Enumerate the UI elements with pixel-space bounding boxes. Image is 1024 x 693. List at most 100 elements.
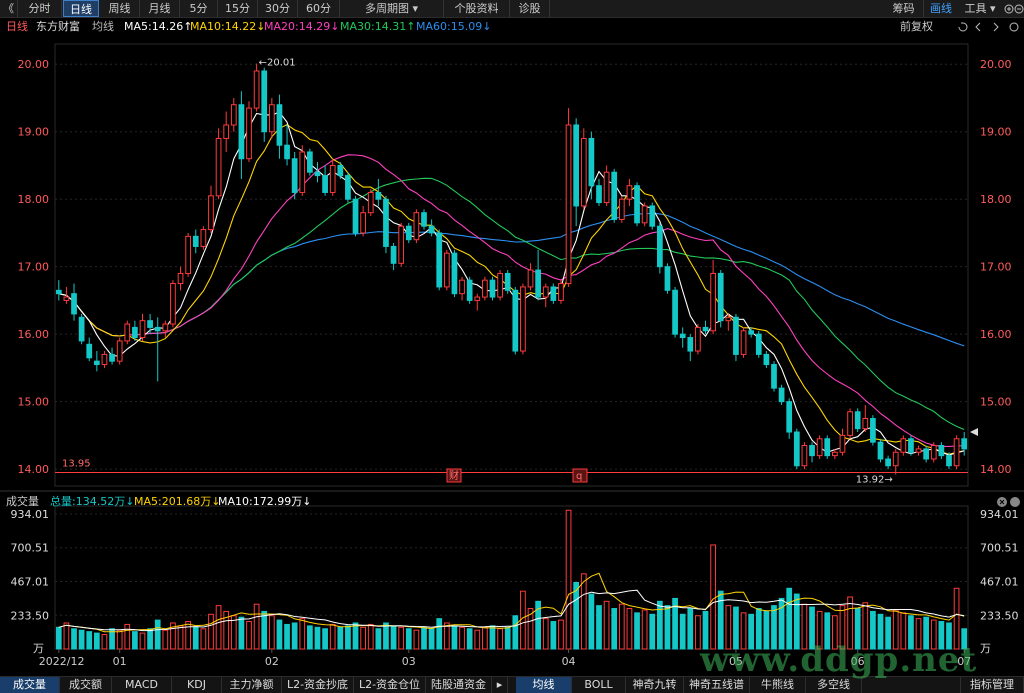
tab-northbound[interactable]: 陆股通资金 [426,677,492,693]
tab-l2-bottom[interactable]: L2-资金抄底 [282,677,354,693]
volume-bar [307,625,313,650]
candle-body [93,360,100,366]
kline-chart[interactable]: 20.00 20.00 19.00 19.00 18.00 18.00 17.00 17.00… [0,36,1024,676]
tab-macd[interactable]: MACD [112,677,172,693]
candle-body [755,333,762,355]
volume-tick-right: 700.51 [980,542,1019,555]
candle-body [185,235,192,274]
candle-body [223,124,230,139]
candle-body [908,438,914,453]
volume-pane-controls [997,497,1020,507]
volume-tick-left: 233.50 [11,609,50,622]
adjust-mode[interactable]: 前复权 [900,18,933,36]
candle-body [641,205,648,224]
volume-bar [147,628,153,650]
tab-turnover[interactable]: 成交额 [60,677,112,693]
volume-bar [215,605,222,650]
stock-profile-button[interactable]: 个股资料 [444,0,510,17]
candle-body [383,198,389,247]
ma20-value: MA20:14.29↓ [264,20,340,33]
tab-l2-position[interactable]: L2-资金仓位 [354,677,426,693]
tab-ma[interactable]: 均线 [516,677,572,693]
candle-body [527,269,534,288]
volume-bar [383,622,389,650]
volume-bar [78,629,85,650]
tab-15min[interactable]: 15分 [218,0,258,17]
volume-bar [565,509,572,650]
tab-daily[interactable]: 日线 [63,0,99,17]
settings-icon[interactable] [1010,497,1020,507]
volume-bar [276,619,283,650]
candle-body [497,272,503,298]
candle-body [862,418,869,430]
tab-intraday[interactable]: 分时 [18,0,62,17]
tab-weekly[interactable]: 周线 [100,0,140,17]
candle-body [215,137,222,197]
volume-bar [177,625,184,650]
candle-body [938,445,945,457]
candle-body [740,330,747,355]
price-tick-right: 19.00 [980,126,1012,139]
volume-bar [611,608,618,650]
candle-body [474,296,481,301]
date-label: 03 [402,655,416,668]
tab-60min[interactable]: 60分 [298,0,340,17]
tools-dropdown[interactable]: 工具 ▾ [958,0,1002,17]
candle-body [443,252,450,288]
price-tick-left: 17.00 [18,261,50,274]
diagnose-button[interactable]: 诊股 [510,0,550,17]
price-tick-right: 18.00 [980,193,1012,206]
price-tick-left: 20.00 [18,58,50,71]
candle-body [261,70,268,133]
volume-bar [268,615,275,650]
candle-body [512,289,519,352]
candle-body [679,333,686,339]
candle-body [824,438,831,457]
undo-icon[interactable] [958,22,968,32]
candle-body [816,438,823,457]
draw-line-button[interactable]: 画线 [924,0,958,17]
volume-tick-left: 467.01 [11,575,50,588]
volume-bar [200,628,207,650]
arrow-left-icon[interactable] [975,22,981,32]
candle-body [657,225,663,268]
candle-body [885,458,891,467]
candle-body [71,293,77,315]
tab-30min[interactable]: 30分 [258,0,298,17]
volume-ma10: MA10:172.99万↓ [218,495,312,508]
arrow-right-icon[interactable] [993,22,999,32]
tab-volume[interactable]: 成交量 [0,677,60,693]
multi-period-dropdown[interactable]: 多周期图 ▾ [340,0,444,17]
volume-bar [337,626,344,650]
volume-bar [588,593,595,650]
volume-bar [474,629,481,650]
tabs-scroll-right-icon[interactable]: ▸ [492,677,508,693]
price-tick-left: 16.00 [18,328,50,341]
candle-body [504,272,511,291]
candle-body [55,289,62,295]
volume-bar [124,623,131,650]
candle-body [86,343,93,359]
tab-magic-nine[interactable]: 神奇九转 [626,677,684,693]
candle-body [778,387,785,403]
chip-distribution-button[interactable]: 筹码 [884,0,924,17]
tab-boll[interactable]: BOLL [572,677,626,693]
tab-kdj[interactable]: KDJ [172,677,222,693]
candle-body [664,266,671,291]
volume-bar [413,629,420,650]
stock-name: 东方财富 [36,20,80,33]
tab-monthly[interactable]: 月线 [140,0,180,17]
volume-bar [101,634,108,650]
candle-body [322,175,328,193]
tab-main-net[interactable]: 主力净额 [222,677,282,693]
volume-unit-right: 万 [980,642,991,655]
candle-body [717,272,724,322]
volume-bar [710,544,716,650]
ma-label[interactable]: 均线 [92,18,114,36]
candle-body [930,445,937,460]
volume-bar [208,613,214,650]
tab-5min[interactable]: 5分 [180,0,218,17]
back-icon[interactable]: 《 [0,0,18,17]
candle-body [953,438,960,467]
settings-icon[interactable] [1009,22,1019,32]
